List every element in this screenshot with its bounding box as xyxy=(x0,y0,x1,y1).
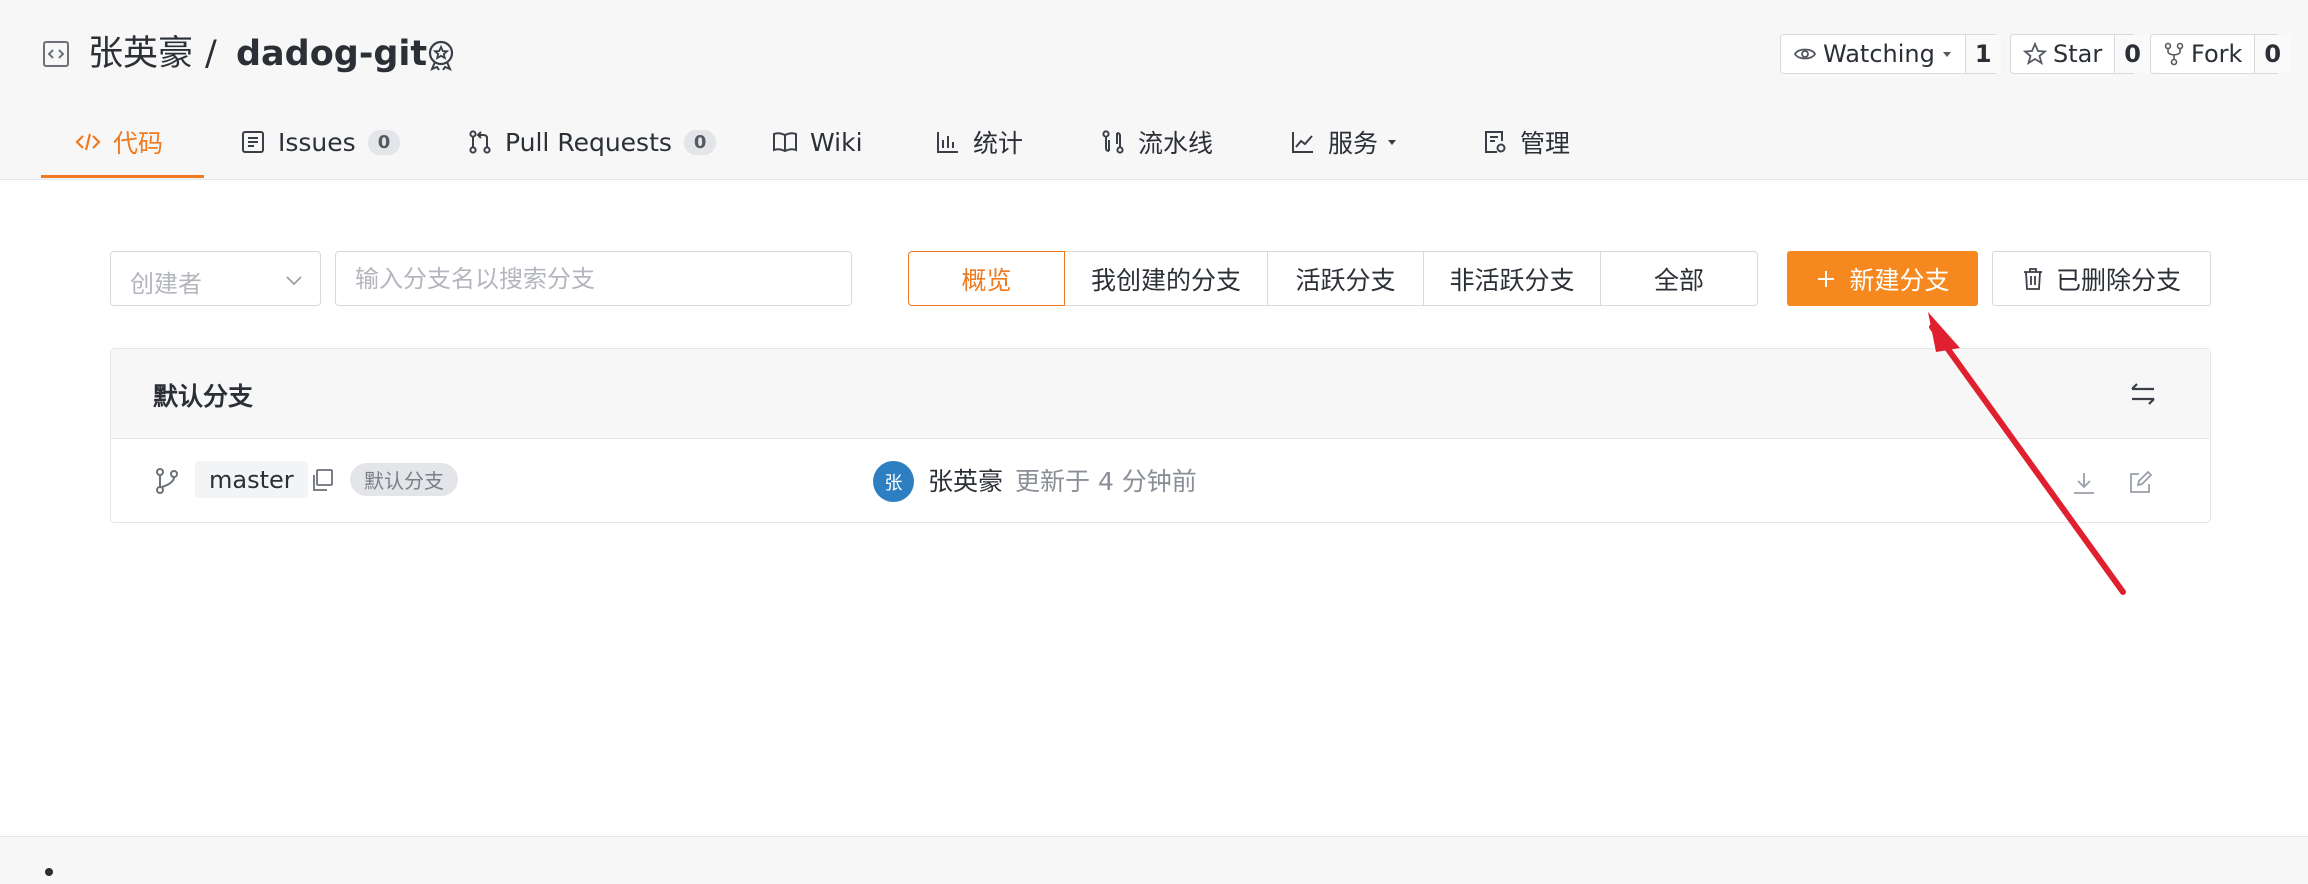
settings-doc-icon xyxy=(1485,131,1506,153)
issues-count-badge: 0 xyxy=(367,129,401,155)
new-branch-label: 新建分支 xyxy=(1849,265,1950,295)
code-icon xyxy=(75,133,101,151)
star-label: Star xyxy=(2053,40,2103,68)
fork-count[interactable]: 0 xyxy=(2254,35,2291,73)
commit-author[interactable]: 张英豪 xyxy=(928,462,1003,498)
eye-icon xyxy=(1793,48,1817,60)
deleted-branches-button[interactable]: 已删除分支 xyxy=(1992,251,2211,306)
caret-down-icon xyxy=(1942,52,1951,57)
pull-request-icon xyxy=(469,130,491,154)
tab-code[interactable]: 代码 xyxy=(75,124,163,160)
branch-name-link[interactable]: master xyxy=(195,461,308,498)
issues-icon xyxy=(242,131,264,153)
fork-button[interactable]: Fork 0 xyxy=(2150,34,2291,74)
footer-dot xyxy=(45,868,53,876)
tab-code-label: 代码 xyxy=(113,129,164,158)
segment-my-branches[interactable]: 我创建的分支 xyxy=(1064,251,1268,306)
segment-all[interactable]: 全部 xyxy=(1600,251,1758,306)
tab-manage[interactable]: 管理 xyxy=(1482,124,1570,160)
annotation-arrow xyxy=(1928,312,2126,595)
repo-code-icon xyxy=(43,41,69,67)
segment-active-branches[interactable]: 活跃分支 xyxy=(1267,251,1424,306)
repo-owner-link[interactable]: 张英豪 xyxy=(88,30,193,78)
trash-icon xyxy=(2023,267,2042,290)
segment-overview[interactable]: 概览 xyxy=(908,251,1065,306)
tab-issues[interactable]: Issues 0 xyxy=(240,124,401,160)
chevron-down-icon xyxy=(286,276,302,286)
default-branch-tag: 默认分支 xyxy=(350,463,458,496)
page-footer xyxy=(0,836,2308,884)
panel-header: 默认分支 xyxy=(111,349,2210,439)
updated-time: 更新于 4 分钟前 xyxy=(1015,467,1197,496)
avatar[interactable]: 张 xyxy=(873,461,914,502)
panel-title: 默认分支 xyxy=(153,382,254,411)
segment-inactive-branches[interactable]: 非活跃分支 xyxy=(1423,251,1601,306)
star-icon xyxy=(2023,42,2047,65)
star-count[interactable]: 0 xyxy=(2114,35,2150,73)
active-tab-indicator xyxy=(41,175,204,178)
award-badge-icon[interactable] xyxy=(424,38,458,72)
creator-dropdown-placeholder: 创建者 xyxy=(130,270,202,298)
book-icon xyxy=(773,132,797,153)
tab-pipeline-label: 流水线 xyxy=(1138,129,1214,158)
tab-pipeline[interactable]: 流水线 xyxy=(1100,124,1213,160)
plus-icon xyxy=(1818,270,1835,287)
pipeline-icon xyxy=(1102,130,1124,154)
tab-issues-label: Issues xyxy=(278,127,356,157)
deleted-branches-label: 已删除分支 xyxy=(2055,265,2181,295)
new-branch-button[interactable]: 新建分支 xyxy=(1787,251,1978,306)
tab-stats[interactable]: 统计 xyxy=(935,124,1023,160)
repo-name-link[interactable]: dadog-git xyxy=(236,30,427,78)
tab-wiki[interactable]: Wiki xyxy=(772,124,863,160)
tab-pull-requests[interactable]: Pull Requests 0 xyxy=(467,124,717,160)
watch-label: Watching xyxy=(1823,40,1935,68)
tab-services-label: 服务 xyxy=(1328,129,1379,158)
tab-manage-label: 管理 xyxy=(1520,129,1571,158)
creator-dropdown[interactable]: 创建者 xyxy=(110,251,321,306)
tab-services[interactable]: 服务 xyxy=(1290,124,1398,160)
repo-path-separator: / xyxy=(205,34,217,74)
pull-requests-count-badge: 0 xyxy=(683,129,717,155)
branch-search-input[interactable] xyxy=(335,251,852,306)
watch-count[interactable]: 1 xyxy=(1964,35,2001,73)
branch-icon xyxy=(156,468,178,494)
fork-label: Fork xyxy=(2191,40,2243,68)
caret-down-icon xyxy=(1388,140,1397,145)
bar-chart-icon xyxy=(937,132,958,153)
tab-stats-label: 统计 xyxy=(973,129,1024,158)
fork-icon xyxy=(2164,42,2184,66)
tab-wiki-label: Wiki xyxy=(810,127,863,157)
star-button[interactable]: Star 0 xyxy=(2010,34,2150,74)
line-chart-icon xyxy=(1292,132,1313,153)
watch-button[interactable]: Watching 1 xyxy=(1780,34,2001,74)
tab-pull-requests-label: Pull Requests xyxy=(505,127,672,157)
copy-icon[interactable] xyxy=(309,467,335,493)
